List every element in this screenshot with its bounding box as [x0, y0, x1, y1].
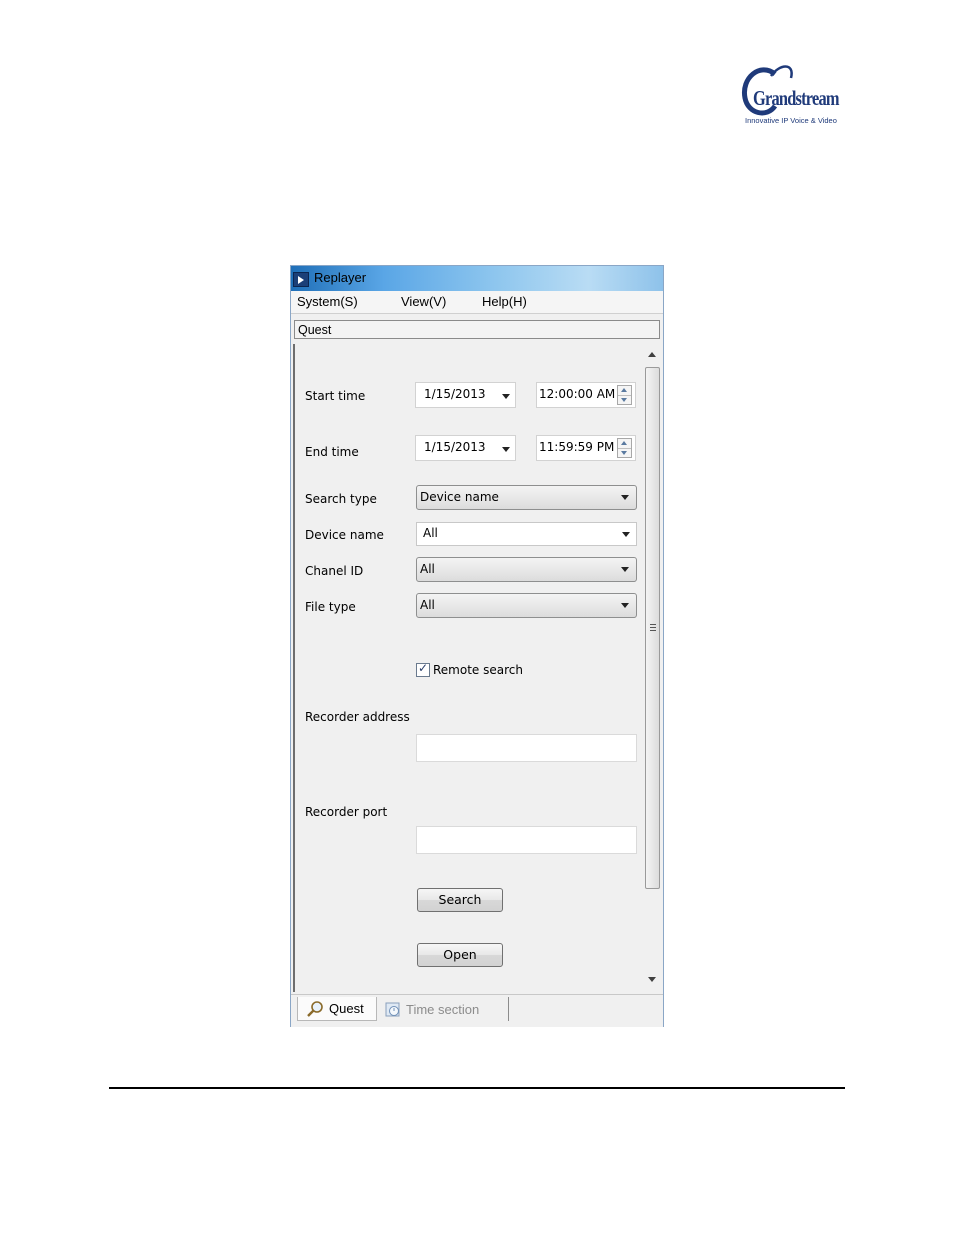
search-type-label: Search type — [305, 492, 377, 506]
menu-help[interactable]: Help(H) — [482, 294, 527, 309]
scroll-up-icon[interactable] — [648, 352, 656, 357]
recorder-port-label: Recorder port — [305, 805, 388, 819]
section-header: Quest — [294, 320, 660, 339]
logo-tagline: Innovative IP Voice & Video — [745, 116, 837, 125]
channel-id-label: Chanel ID — [305, 564, 364, 578]
app-icon — [293, 272, 309, 287]
chevron-down-icon — [621, 567, 629, 572]
menu-view[interactable]: View(V) — [401, 294, 446, 309]
channel-id-value: All — [420, 562, 435, 576]
tab-quest-label: Quest — [329, 1001, 364, 1016]
spin-down-icon — [621, 451, 627, 455]
tab-time-section[interactable]: Time section — [379, 997, 509, 1021]
open-button[interactable]: Open — [417, 943, 503, 967]
menu-system[interactable]: System(S) — [297, 294, 358, 309]
title-bar[interactable]: Replayer — [291, 266, 663, 291]
grip-icon — [650, 624, 656, 632]
spin-up-icon — [621, 388, 627, 392]
start-time-value: 12:00:00 AM — [539, 387, 616, 401]
search-type-select[interactable]: Device name — [416, 485, 637, 510]
spin-down-icon — [621, 398, 627, 402]
search-type-value: Device name — [420, 490, 499, 504]
start-date-value: 1/15/2013 — [424, 387, 486, 401]
vertical-scrollbar[interactable] — [644, 346, 661, 990]
quest-panel: Start time 1/15/2013 12:00:00 AM End tim… — [293, 344, 644, 992]
chevron-down-icon — [621, 495, 629, 500]
channel-id-select[interactable]: All — [416, 557, 637, 582]
chevron-down-icon — [502, 394, 510, 399]
end-date-picker[interactable]: 1/15/2013 — [415, 435, 516, 461]
start-time-field[interactable]: 12:00:00 AM — [536, 382, 636, 408]
spin-up-icon — [621, 441, 627, 445]
search-button[interactable]: Search — [417, 888, 503, 912]
chevron-down-icon — [621, 603, 629, 608]
scroll-down-icon[interactable] — [648, 977, 656, 982]
end-time-spinner[interactable] — [617, 438, 632, 458]
grandstream-logo: Grandstream Innovative IP Voice & Video — [735, 56, 843, 132]
start-time-label: Start time — [305, 389, 366, 403]
section-title: Quest — [298, 323, 332, 337]
window-title: Replayer — [314, 270, 367, 285]
recorder-address-input[interactable] — [416, 734, 637, 762]
footer-divider — [109, 1087, 845, 1089]
remote-search-label[interactable]: Remote search — [433, 663, 523, 677]
device-name-value: All — [423, 526, 438, 540]
end-time-field[interactable]: 11:59:59 PM — [536, 435, 636, 461]
file-type-value: All — [420, 598, 435, 612]
recorder-port-input[interactable] — [416, 826, 637, 854]
magnifier-icon — [307, 1001, 323, 1017]
end-time-value: 11:59:59 PM — [539, 440, 615, 454]
replayer-window: Replayer System(S) View(V) Help(H) Quest… — [290, 265, 664, 1027]
chevron-down-icon — [502, 447, 510, 452]
tab-quest[interactable]: Quest — [297, 997, 377, 1021]
device-name-select[interactable]: All — [416, 522, 637, 546]
clock-icon — [385, 1002, 400, 1017]
end-date-value: 1/15/2013 — [424, 440, 486, 454]
menu-bar: System(S) View(V) Help(H) — [291, 291, 663, 314]
logo-text: Grandstream — [753, 86, 840, 110]
file-type-select[interactable]: All — [416, 593, 637, 618]
scrollbar-thumb[interactable] — [645, 367, 660, 889]
tab-time-section-label: Time section — [406, 1002, 480, 1017]
device-name-label: Device name — [305, 528, 384, 542]
recorder-address-label: Recorder address — [305, 710, 410, 724]
end-time-label: End time — [305, 445, 359, 459]
start-time-spinner[interactable] — [617, 385, 632, 405]
file-type-label: File type — [305, 600, 356, 614]
remote-search-checkbox[interactable] — [416, 661, 430, 677]
chevron-down-icon — [622, 532, 630, 537]
bottom-tab-bar: Quest Time section — [291, 994, 663, 1027]
start-date-picker[interactable]: 1/15/2013 — [415, 382, 516, 408]
